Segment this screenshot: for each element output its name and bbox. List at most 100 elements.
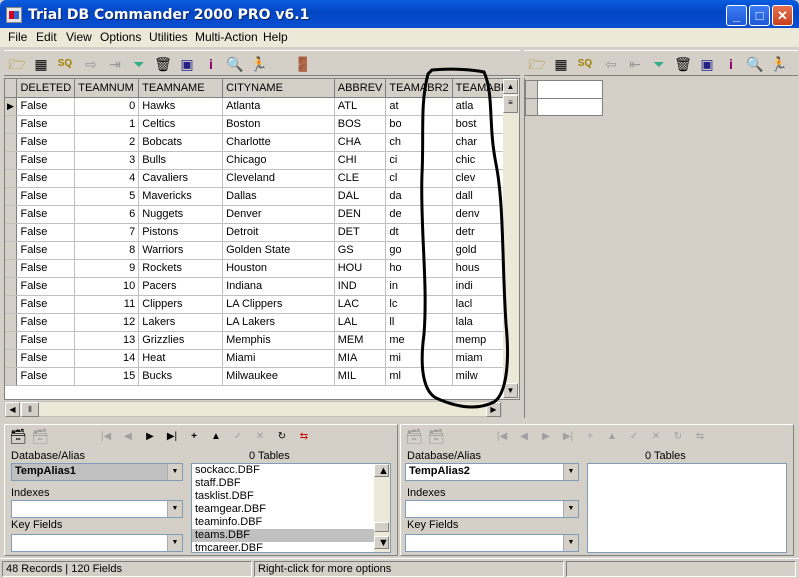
row-indicator[interactable] xyxy=(5,223,18,242)
table-file-list[interactable]: sockacc.DBF staff.DBF tasklist.DBF teamg… xyxy=(191,463,391,553)
table-cell[interactable]: DEN xyxy=(334,205,387,224)
table-cell[interactable]: MIA xyxy=(334,349,387,368)
sql-icon[interactable]: SQ xyxy=(56,55,74,73)
menu-file[interactable]: File xyxy=(8,30,27,44)
row-indicator[interactable] xyxy=(5,133,18,152)
table-cell[interactable]: Rockets xyxy=(138,259,224,278)
chevron-down-icon[interactable]: ▼ xyxy=(167,464,182,480)
table-cell[interactable]: Cavaliers xyxy=(138,169,224,188)
table-cell[interactable]: 5 xyxy=(74,187,140,206)
list-item[interactable]: staff.DBF xyxy=(192,477,390,490)
table-cell[interactable]: Milwaukee xyxy=(222,367,335,386)
run-icon[interactable]: 🏃 xyxy=(770,55,788,73)
table-cell[interactable]: False xyxy=(16,151,76,170)
open-folder-icon[interactable]: 🗁 xyxy=(8,55,26,73)
search-tools-icon[interactable]: 🔍 xyxy=(746,55,764,73)
scroll-up-icon[interactable]: ▲ xyxy=(374,464,389,477)
insert-record-icon[interactable]: + xyxy=(185,429,203,445)
table-cell[interactable]: 7 xyxy=(74,223,140,242)
table-cell[interactable]: Chicago xyxy=(222,151,335,170)
chevron-down-icon[interactable]: ▼ xyxy=(563,464,578,480)
column-header[interactable]: CITYNAME xyxy=(222,79,335,98)
table-cell[interactable]: False xyxy=(16,331,76,350)
table-cell[interactable]: BOS xyxy=(334,115,387,134)
column-header[interactable]: TEAMNAME xyxy=(138,79,224,98)
table-cell[interactable]: LA Lakers xyxy=(222,313,335,332)
cancel-edit-icon[interactable]: ✕ xyxy=(647,429,665,445)
list-item[interactable]: sockacc.DBF xyxy=(192,464,390,477)
menu-utilities[interactable]: Utilities xyxy=(149,30,188,44)
table-cell[interactable]: MEM xyxy=(334,331,387,350)
row-indicator[interactable] xyxy=(5,169,18,188)
table-cell[interactable]: False xyxy=(16,223,76,242)
table-cell[interactable]: CLE xyxy=(334,169,387,188)
first-record-icon[interactable]: |◀ xyxy=(493,429,511,445)
database-icon[interactable]: 🗃 xyxy=(9,427,27,445)
table-cell[interactable]: False xyxy=(16,295,76,314)
table-cell[interactable]: False xyxy=(16,97,76,116)
table-cell[interactable]: CHA xyxy=(334,133,387,152)
key-fields-select[interactable]: ▼ xyxy=(11,534,183,552)
search-tools-icon[interactable]: 🔍 xyxy=(226,55,244,73)
structure-icon[interactable]: ▣ xyxy=(178,55,196,73)
scroll-thumb[interactable]: ⦀ xyxy=(21,402,39,417)
filter-settings-icon[interactable]: ⇆ xyxy=(295,429,313,445)
filter-icon[interactable]: ⏷ xyxy=(650,55,668,73)
exit-door-icon[interactable]: 🚪 xyxy=(294,55,312,73)
list-item[interactable]: teaminfo.DBF xyxy=(192,516,390,529)
table-cell[interactable]: False xyxy=(16,169,76,188)
table-cell[interactable]: 10 xyxy=(74,277,140,296)
table-file-list[interactable] xyxy=(587,463,787,553)
table-cell[interactable]: Pistons xyxy=(138,223,224,242)
scroll-down-icon[interactable]: ▼ xyxy=(374,536,389,549)
indexes-select[interactable]: ▼ xyxy=(11,500,183,518)
chevron-down-icon[interactable]: ▼ xyxy=(563,501,578,517)
cancel-edit-icon[interactable]: ✕ xyxy=(251,429,269,445)
trash-icon[interactable]: 🗑 xyxy=(154,55,172,73)
table-cell[interactable]: 9 xyxy=(74,259,140,278)
table-grid-icon[interactable]: ▦ xyxy=(32,55,50,73)
info-icon[interactable]: i xyxy=(202,55,220,73)
table-cell[interactable]: Charlotte xyxy=(222,133,335,152)
table-cell[interactable]: Celtics xyxy=(138,115,224,134)
table-cell[interactable]: False xyxy=(16,367,76,386)
table-cell[interactable]: Nuggets xyxy=(138,205,224,224)
table-cell[interactable]: Dallas xyxy=(222,187,335,206)
next-record-icon[interactable]: ▶ xyxy=(141,429,159,445)
row-indicator[interactable] xyxy=(5,205,18,224)
table-cell[interactable]: Denver xyxy=(222,205,335,224)
table-cell[interactable]: LA Clippers xyxy=(222,295,335,314)
table-cell[interactable]: Memphis xyxy=(222,331,335,350)
filter-settings-icon[interactable]: ⇆ xyxy=(691,429,709,445)
menu-view[interactable]: View xyxy=(66,30,92,44)
table-cell[interactable]: Grizzlies xyxy=(138,331,224,350)
filter-icon[interactable]: ⏷ xyxy=(130,55,148,73)
table-cell[interactable]: Houston xyxy=(222,259,335,278)
database-refresh-icon[interactable]: 🗃 xyxy=(427,427,445,445)
table-cell[interactable]: 14 xyxy=(74,349,140,368)
table-cell[interactable]: Lakers xyxy=(138,313,224,332)
insert-record-icon[interactable]: + xyxy=(581,429,599,445)
table-cell[interactable]: IND xyxy=(334,277,387,296)
database-alias-select[interactable]: TempAlias1 ▼ xyxy=(11,463,183,481)
table-cell[interactable]: False xyxy=(16,277,76,296)
table-cell[interactable]: HOU xyxy=(334,259,387,278)
export-icon[interactable]: ⇤ xyxy=(626,55,644,73)
table-cell[interactable]: False xyxy=(16,241,76,260)
table-grid-icon[interactable]: ▦ xyxy=(552,55,570,73)
table-cell[interactable]: Bulls xyxy=(138,151,224,170)
key-fields-select[interactable]: ▼ xyxy=(405,534,579,552)
table-cell[interactable]: Golden State xyxy=(222,241,335,260)
sql-icon[interactable]: SQ xyxy=(576,55,594,73)
table-cell[interactable]: False xyxy=(16,205,76,224)
last-record-icon[interactable]: ▶| xyxy=(559,429,577,445)
row-indicator[interactable] xyxy=(5,187,18,206)
list-item[interactable]: teamgear.DBF xyxy=(192,503,390,516)
database-alias-select[interactable]: TempAlias2 ▼ xyxy=(405,463,579,481)
table-cell[interactable]: 11 xyxy=(74,295,140,314)
row-indicator[interactable] xyxy=(5,349,18,368)
structure-icon[interactable]: ▣ xyxy=(698,55,716,73)
table-cell[interactable]: False xyxy=(16,349,76,368)
table-cell[interactable]: Cleveland xyxy=(222,169,335,188)
indexes-select[interactable]: ▼ xyxy=(405,500,579,518)
